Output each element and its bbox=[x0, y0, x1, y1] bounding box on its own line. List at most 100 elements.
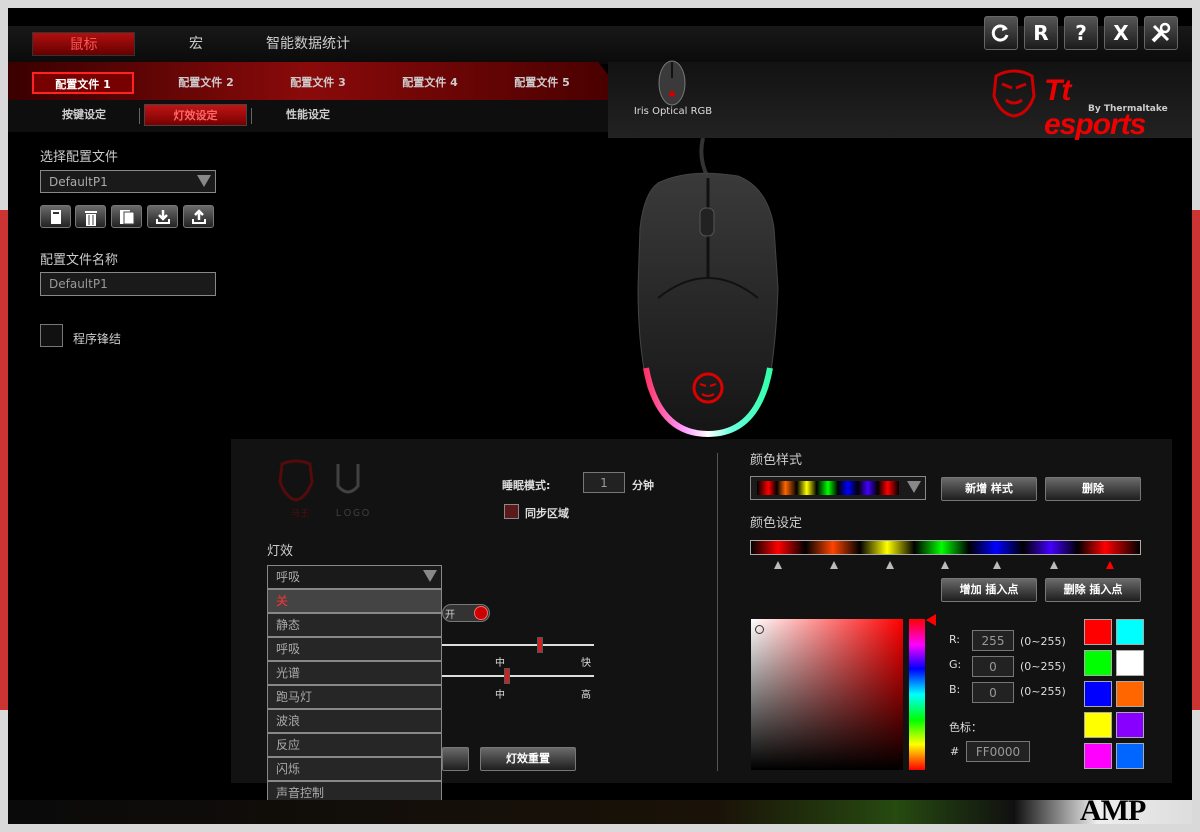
profile-tab-1[interactable]: 配置文件 1 bbox=[32, 72, 134, 94]
mouse-preview bbox=[637, 138, 779, 438]
tab-divider bbox=[251, 108, 252, 124]
effect-option[interactable]: 关 bbox=[267, 589, 442, 613]
color-swatch[interactable] bbox=[1116, 681, 1144, 707]
tab-key-settings[interactable]: 按键设定 bbox=[32, 104, 136, 126]
select-profile-label: 选择配置文件 bbox=[40, 150, 119, 165]
effect-select-value: 呼吸 bbox=[276, 570, 301, 584]
sleep-minutes-input[interactable]: 1 bbox=[583, 472, 625, 493]
zone-label: 马王 bbox=[290, 509, 309, 519]
brand-subtitle: By Thermaltake bbox=[1088, 104, 1168, 114]
tab-mouse[interactable]: 鼠标 bbox=[32, 32, 135, 56]
zone-logo-button[interactable]: 马王 bbox=[276, 458, 324, 528]
tools-button[interactable] bbox=[1144, 16, 1178, 50]
effect-option[interactable]: 跑马灯 bbox=[267, 685, 442, 709]
zone-wheel-button[interactable]: ＬＯＧＯ bbox=[328, 458, 376, 528]
color-swatch[interactable] bbox=[1116, 712, 1144, 738]
color-swatch[interactable] bbox=[1116, 743, 1144, 769]
tab-statistics[interactable]: 智能数据统计 bbox=[248, 32, 368, 56]
new-profile-button[interactable] bbox=[40, 205, 71, 228]
import-profile-button[interactable] bbox=[147, 205, 178, 228]
hue-slider[interactable] bbox=[909, 619, 925, 770]
tab-macro[interactable]: 宏 bbox=[156, 32, 236, 56]
reset-effect-button[interactable]: 灯效重置 bbox=[480, 747, 576, 771]
question-icon: ? bbox=[1075, 21, 1087, 45]
effect-label: 灯效 bbox=[267, 544, 294, 559]
speed-slider-track[interactable] bbox=[442, 644, 594, 646]
apply-button[interactable] bbox=[442, 747, 469, 771]
profile-tab-4[interactable]: 配置文件 4 bbox=[380, 72, 480, 94]
color-swatch[interactable] bbox=[1084, 681, 1112, 707]
profile-select[interactable]: DefaultP1 bbox=[40, 170, 216, 193]
add-point-button[interactable]: 增加 插入点 bbox=[941, 578, 1037, 602]
gradient-stop-marker[interactable] bbox=[993, 561, 1001, 569]
profile-name-input[interactable]: DefaultP1 bbox=[40, 272, 216, 296]
device-name: Iris Optical RGB bbox=[633, 106, 713, 117]
hex-input[interactable]: FF0000 bbox=[966, 741, 1030, 762]
color-picker-cursor[interactable] bbox=[755, 625, 764, 634]
reset-r-button[interactable]: R bbox=[1024, 16, 1058, 50]
effect-select[interactable]: 呼吸 bbox=[267, 565, 442, 589]
gradient-bar[interactable] bbox=[750, 540, 1141, 555]
profile-tab-5[interactable]: 配置文件 5 bbox=[492, 72, 592, 94]
r-input[interactable]: 255 bbox=[972, 630, 1014, 651]
color-swatch[interactable] bbox=[1084, 743, 1112, 769]
close-button[interactable]: X bbox=[1104, 16, 1138, 50]
sleep-unit: 分钟 bbox=[632, 479, 654, 492]
effect-option[interactable]: 闪烁 bbox=[267, 757, 442, 781]
gradient-stop-marker[interactable] bbox=[1050, 561, 1058, 569]
gradient-stop-marker[interactable] bbox=[774, 561, 782, 569]
gradient-stop-marker[interactable] bbox=[830, 561, 838, 569]
g-input[interactable]: 0 bbox=[972, 656, 1014, 677]
delete-style-button[interactable]: 删除 bbox=[1045, 477, 1141, 501]
gradient-stop-marker-selected[interactable] bbox=[1106, 561, 1114, 569]
sync-zone-checkbox[interactable] bbox=[504, 504, 519, 519]
delete-point-button[interactable]: 删除 插入点 bbox=[1045, 578, 1141, 602]
b-input[interactable]: 0 bbox=[972, 682, 1014, 703]
window-edge-left bbox=[0, 210, 8, 710]
tab-performance-settings[interactable]: 性能设定 bbox=[258, 104, 358, 126]
export-profile-button[interactable] bbox=[183, 205, 214, 228]
speed-slider-thumb[interactable] bbox=[537, 637, 543, 653]
device-thumbnail-icon[interactable] bbox=[654, 58, 690, 108]
profile-tab-3[interactable]: 配置文件 3 bbox=[268, 72, 368, 94]
copy-profile-button[interactable] bbox=[111, 205, 142, 228]
gradient-stop-marker[interactable] bbox=[886, 561, 894, 569]
color-picker-area[interactable] bbox=[751, 619, 903, 770]
lock-checkbox[interactable] bbox=[40, 324, 63, 347]
delete-profile-button[interactable] bbox=[75, 205, 106, 228]
background-strip bbox=[8, 800, 1192, 824]
gradient-stop-marker[interactable] bbox=[941, 561, 949, 569]
new-style-button[interactable]: 新增 样式 bbox=[941, 477, 1037, 501]
chevron-down-icon bbox=[423, 570, 437, 582]
brightness-slider-track[interactable] bbox=[442, 675, 594, 677]
hue-slider-marker[interactable] bbox=[926, 614, 936, 626]
color-swatch[interactable] bbox=[1084, 619, 1112, 645]
effect-option[interactable]: 呼吸 bbox=[267, 637, 442, 661]
file-icon bbox=[51, 210, 61, 224]
color-swatch[interactable] bbox=[1116, 619, 1144, 645]
lighting-toggle[interactable]: 开 bbox=[442, 604, 490, 622]
brightness-slider-thumb[interactable] bbox=[504, 668, 510, 684]
tiger-logo-icon bbox=[992, 69, 1036, 118]
tiger-zone-icon bbox=[278, 459, 314, 502]
brightness-mid-label: 中 bbox=[495, 690, 505, 701]
effect-option[interactable]: 反应 bbox=[267, 733, 442, 757]
effect-option[interactable]: 光谱 bbox=[267, 661, 442, 685]
tools-icon bbox=[1151, 22, 1171, 43]
speed-mid-label: 中 bbox=[495, 658, 505, 669]
upload-icon bbox=[192, 209, 206, 224]
brand-logo: Tt esports By Thermaltake bbox=[988, 66, 1178, 141]
lock-label: 程序锋结 bbox=[73, 332, 122, 346]
refresh-button[interactable] bbox=[984, 16, 1018, 50]
color-swatch[interactable] bbox=[1116, 650, 1144, 676]
effect-option[interactable]: 波浪 bbox=[267, 709, 442, 733]
color-style-select[interactable] bbox=[750, 476, 926, 500]
profile-tab-2[interactable]: 配置文件 2 bbox=[156, 72, 256, 94]
tab-lighting-settings[interactable]: 灯效设定 bbox=[144, 104, 247, 126]
brightness-max-label: 高 bbox=[581, 690, 591, 701]
chevron-down-icon bbox=[197, 175, 211, 187]
effect-option[interactable]: 静态 bbox=[267, 613, 442, 637]
color-swatch[interactable] bbox=[1084, 712, 1112, 738]
help-button[interactable]: ? bbox=[1064, 16, 1098, 50]
color-swatch[interactable] bbox=[1084, 650, 1112, 676]
